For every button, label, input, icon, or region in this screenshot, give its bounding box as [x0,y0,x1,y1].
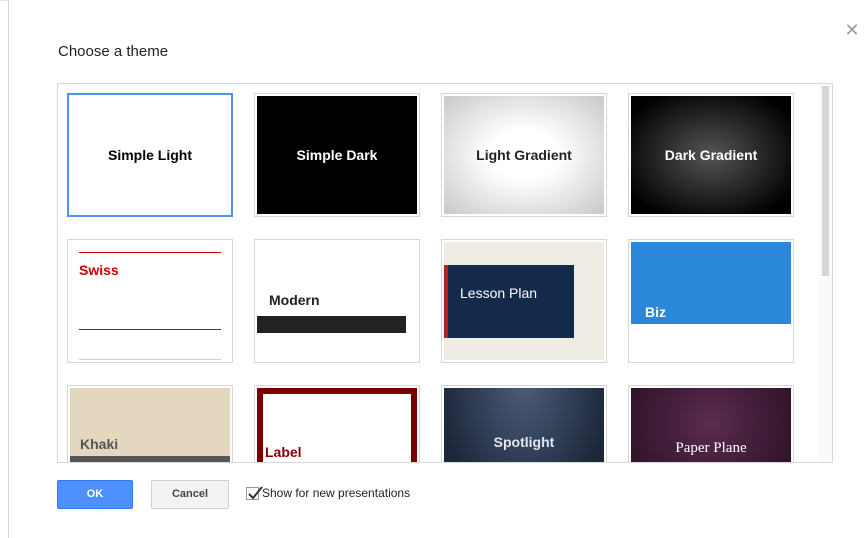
swiss-footer-rule [79,359,221,360]
theme-tile-simple-light[interactable]: Simple Light [67,93,233,217]
theme-preview: Biz [631,242,791,360]
theme-tile-simple-dark[interactable]: Simple Dark [254,93,420,217]
theme-preview: Lesson Plan [444,242,604,360]
theme-title: Dark Gradient [664,147,758,163]
theme-tile-paper-plane[interactable]: Paper Plane [628,385,794,462]
checkmark-icon [248,486,263,500]
theme-preview: Khaki [70,388,230,462]
theme-title: Simple Dark [296,147,378,163]
theme-title: Simple Light [108,147,192,163]
close-icon[interactable]: ✕ [844,21,860,39]
theme-title: Biz [645,304,666,320]
modern-bar [257,316,406,333]
lesson-plan-box: Lesson Plan [444,265,574,338]
theme-preview: Paper Plane [631,388,791,462]
theme-title: Swiss [79,262,119,278]
theme-title: Modern [269,292,320,308]
swiss-bottom-rule [79,329,221,330]
theme-tile-label[interactable]: Label [254,385,420,462]
theme-title: Paper Plane [675,440,747,456]
theme-tile-lesson-plan[interactable]: Lesson Plan [441,239,607,363]
theme-title: Light Gradient [476,147,572,163]
theme-preview: Simple Light [70,96,230,214]
theme-tile-spotlight[interactable]: Spotlight [441,385,607,462]
scrollbar-thumb[interactable] [822,86,829,276]
gallery-scrollbar[interactable] [818,84,832,462]
theme-title: Spotlight [493,434,555,450]
theme-tile-swiss[interactable]: Swiss [67,239,233,363]
theme-preview: Modern [257,242,417,360]
show-for-new-presentations-label: Show for new presentations [262,486,411,500]
cancel-button[interactable]: Cancel [151,480,229,509]
theme-preview: Swiss [70,242,230,360]
show-for-new-presentations-checkbox[interactable] [246,486,263,500]
theme-title: Label [265,444,302,460]
swiss-top-rule [79,252,221,253]
theme-tile-khaki[interactable]: Khaki [67,385,233,462]
theme-tile-biz[interactable]: Biz [628,239,794,363]
theme-gallery[interactable]: Simple Light Simple Dark Light Gradient … [57,83,833,463]
ok-button[interactable]: OK [57,480,133,509]
theme-preview: Dark Gradient [631,96,791,214]
theme-tile-dark-gradient[interactable]: Dark Gradient [628,93,794,217]
theme-preview: Spotlight [444,388,604,462]
theme-tile-modern[interactable]: Modern [254,239,420,363]
theme-preview: Simple Dark [257,96,417,214]
theme-preview: Label [257,388,417,462]
dialog-title: Choose a theme [58,43,169,60]
theme-title: Khaki [80,436,119,452]
theme-tile-light-gradient[interactable]: Light Gradient [441,93,607,217]
theme-preview: Light Gradient [444,96,604,214]
theme-title: Lesson Plan [460,285,538,301]
khaki-bar [70,456,230,462]
